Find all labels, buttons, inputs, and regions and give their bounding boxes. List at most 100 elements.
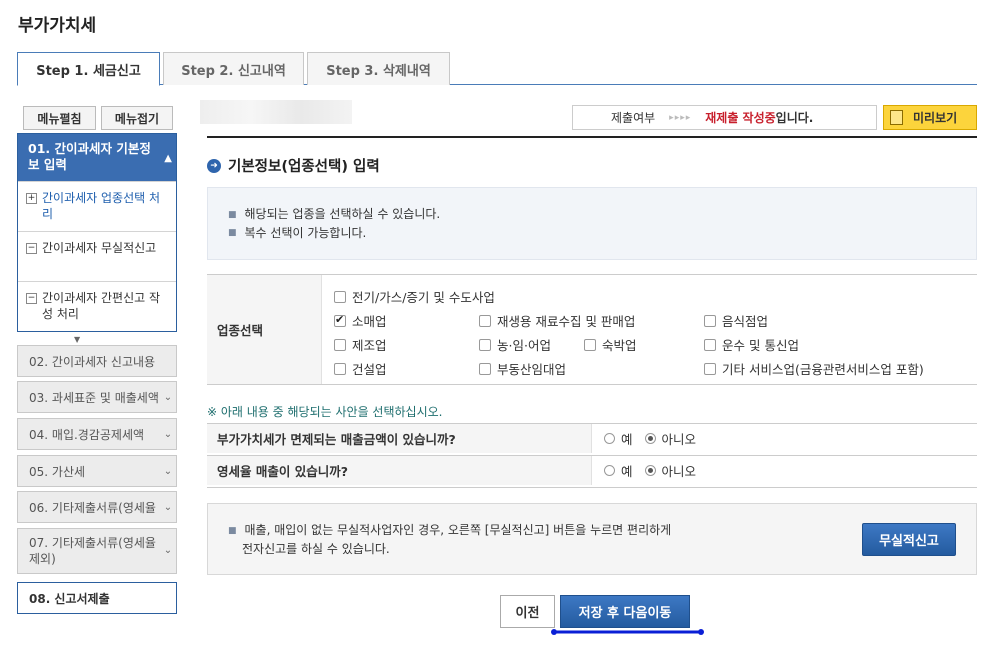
checkbox-other-services[interactable]: 기타 서비스업(금융관련서비스업 포함) (704, 359, 924, 378)
business-type-label: 업종선택 (207, 275, 322, 384)
step-01-label: 01. 간이과세자 기본정보 입력 (28, 141, 151, 172)
message-line: 전자신고를 하실 수 있습니다. (242, 541, 390, 556)
checkbox-label: 숙박업 (602, 338, 637, 353)
step-01-subitem-simple[interactable]: − 간이과세자 간편신고 작성 처리 (18, 281, 176, 331)
page-title: 부가가치세 (18, 16, 97, 36)
radio-label: 아니오 (661, 432, 697, 447)
business-type-table: 업종선택 전기/가스/증기 및 수도사업 소매업 재생용 재료수집 및 판매업 … (207, 274, 977, 385)
preview-button[interactable]: 미리보기 (883, 105, 977, 130)
checkbox-lodging[interactable]: 숙박업 (584, 335, 637, 354)
step-01-header[interactable]: 01. 간이과세자 기본정보 입력 ▲ (18, 134, 176, 181)
step-04-label: 04. 매입.경감공제세액 (29, 427, 145, 442)
step-03-label: 03. 과세표준 및 매출세액 (29, 390, 159, 405)
message-line: ■ 매출, 매입이 없는 무실적사업자인 경우, 오른쪽 [무실적신고] 버튼을 … (228, 521, 956, 540)
checkbox-retail[interactable]: 소매업 (334, 311, 387, 330)
step-05-label: 05. 가산세 (29, 464, 86, 479)
radio-label: 예 (621, 432, 633, 447)
status-value: 재제출 작성중 (705, 111, 776, 125)
checkbox-icon (704, 362, 716, 375)
checkbox-checked-icon (334, 313, 346, 327)
step-08-label: 08. 신고서제출 (29, 591, 110, 606)
radio-label: 아니오 (661, 464, 697, 479)
checkbox-icon (479, 362, 491, 375)
radio-icon (604, 465, 615, 476)
tab-step-2[interactable]: Step 2. 신고내역 (163, 52, 304, 85)
checkbox-icon (704, 314, 716, 327)
chevron-down-icon[interactable]: ⌄ (160, 456, 176, 486)
checkbox-manufacturing[interactable]: 제조업 (334, 335, 387, 354)
section-title: ➜ 기본정보(업종선택) 입력 (207, 155, 380, 176)
submit-status: 제출여부 ▸▸▸▸ 재제출 작성중 입니다. (572, 105, 877, 130)
step-06[interactable]: 06. 기타제출서류(영세율 ⌄ (17, 491, 177, 523)
step-01-subitem-no-activity[interactable]: − 간이과세자 무실적신고 (18, 231, 176, 281)
checkbox-construction[interactable]: 건설업 (334, 359, 387, 378)
chevron-down-icon[interactable]: ⌄ (160, 529, 176, 573)
step-03[interactable]: 03. 과세표준 및 매출세액 ⌄ (17, 381, 177, 413)
status-label: 제출여부 (611, 111, 656, 125)
minus-icon: − (26, 243, 37, 254)
info-line: ■ 해당되는 업종을 선택하실 수 있습니다. (228, 205, 956, 224)
document-icon (890, 110, 903, 125)
tab-step-1[interactable]: Step 1. 세금신고 (17, 52, 160, 86)
question-row-zero-rate: 영세율 매출이 있습니까? 예 아니오 (207, 455, 977, 485)
bullet-icon: ■ (228, 525, 237, 536)
radio-yes[interactable]: 예 (604, 456, 633, 485)
subitem-label: 간이과세자 무실적신고 (42, 241, 157, 255)
step-01-subitem-business[interactable]: + 간이과세자 업종선택 처리 (18, 181, 176, 231)
checkbox-restaurant[interactable]: 음식점업 (704, 311, 768, 330)
step-tabs: Step 1. 세금신고 Step 2. 신고내역 Step 3. 삭제내역 (17, 52, 977, 86)
chevron-down-icon[interactable]: ⌄ (160, 382, 176, 412)
radio-icon (604, 433, 615, 444)
step-04[interactable]: 04. 매입.경감공제세액 ⌄ (17, 418, 177, 450)
checkbox-agriculture[interactable]: 농·임·어업 (479, 335, 551, 354)
step-05[interactable]: 05. 가산세 ⌄ (17, 455, 177, 487)
plus-icon: + (26, 193, 37, 204)
tab-step-3[interactable]: Step 3. 삭제내역 (307, 52, 450, 85)
bullet-icon: ■ (228, 228, 237, 238)
checkbox-transport[interactable]: 운수 및 통신업 (704, 335, 799, 354)
no-activity-report-button[interactable]: 무실적신고 (862, 523, 956, 556)
section-title-text: 기본정보(업종선택) 입력 (228, 159, 380, 175)
question-label: 영세율 매출이 있습니까? (207, 456, 592, 485)
checkbox-real-estate[interactable]: 부동산임대업 (479, 359, 566, 378)
radio-selected-icon (644, 433, 656, 444)
radio-no[interactable]: 아니오 (644, 456, 697, 485)
chevron-up-icon[interactable]: ▲ (164, 151, 172, 167)
redacted-area (200, 100, 352, 124)
checkbox-utilities[interactable]: 전기/가스/증기 및 수도사업 (334, 287, 495, 306)
checkbox-label: 제조업 (352, 338, 387, 353)
checkbox-label: 기타 서비스업(금융관련서비스업 포함) (722, 362, 924, 377)
notice-text: ※ 아래 내용 중 해당되는 사안을 선택하십시오. (207, 405, 443, 419)
subitem-label: 간이과세자 간편신고 작성 처리 (42, 291, 161, 321)
arrows-icon: ▸▸▸▸ (669, 112, 692, 123)
question-label: 부가가치세가 면제되는 매출금액이 있습니까? (207, 424, 592, 453)
checkbox-icon (334, 362, 346, 375)
step-02[interactable]: 02. 간이과세자 신고내용 (17, 345, 177, 377)
checkbox-icon (479, 314, 491, 327)
checkbox-label: 운수 및 통신업 (722, 338, 799, 353)
chevron-down-icon[interactable]: ⌄ (160, 419, 176, 449)
radio-selected-icon (644, 465, 656, 476)
checkbox-label: 부동산임대업 (497, 362, 567, 377)
menu-collapse-button[interactable]: 메뉴접기 (101, 106, 173, 130)
save-next-button[interactable]: 저장 후 다음이동 (560, 595, 690, 628)
checkbox-recycling[interactable]: 재생용 재료수집 및 판매업 (479, 311, 635, 330)
radio-yes[interactable]: 예 (604, 424, 633, 453)
checkbox-icon (584, 338, 596, 351)
step-07-label: 07. 기타제출서류(영세율 제외) (29, 536, 156, 566)
radio-no[interactable]: 아니오 (644, 424, 697, 453)
step-07[interactable]: 07. 기타제출서류(영세율 제외) ⌄ (17, 528, 177, 574)
prev-button[interactable]: 이전 (500, 595, 555, 628)
checkbox-icon (479, 338, 491, 351)
checkbox-icon (334, 338, 346, 351)
status-suffix: 입니다. (775, 111, 814, 125)
triangle-down-icon: ▼ (74, 335, 81, 344)
step-08[interactable]: 08. 신고서제출 (17, 582, 177, 614)
checkbox-label: 재생용 재료수집 및 판매업 (497, 314, 636, 329)
question-row-exempt: 부가가치세가 면제되는 매출금액이 있습니까? 예 아니오 (207, 423, 977, 453)
divider (207, 487, 977, 488)
chevron-down-icon[interactable]: ⌄ (160, 492, 176, 522)
checkbox-icon (704, 338, 716, 351)
checkbox-label: 소매업 (352, 314, 387, 329)
menu-expand-button[interactable]: 메뉴펼침 (23, 106, 96, 130)
